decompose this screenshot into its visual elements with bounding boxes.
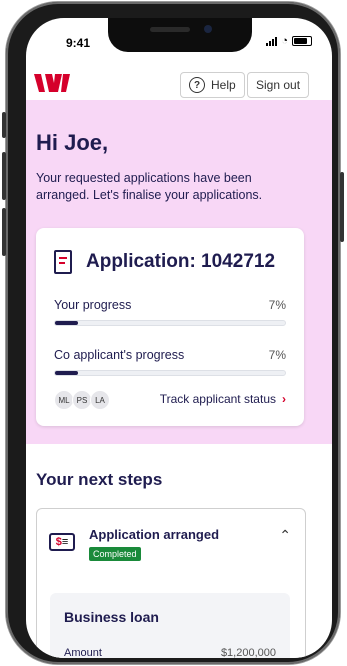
brand-logo xyxy=(34,74,70,92)
chevron-up-icon[interactable]: ⌃ xyxy=(279,527,291,544)
your-progress-bar xyxy=(54,320,286,326)
amount-label: Amount xyxy=(64,647,102,658)
intro-text: Your requested applications have been ar… xyxy=(36,171,263,202)
co-progress-label: Co applicant's progress xyxy=(54,348,185,362)
application-title: Application: 1042712 xyxy=(86,251,276,272)
camera xyxy=(204,25,212,33)
status-icons: ◔ xyxy=(266,35,312,47)
question-icon: ? xyxy=(189,77,205,93)
chevron-right-icon: › xyxy=(282,392,286,406)
help-label: Help xyxy=(211,78,236,92)
sign-out-button[interactable]: Sign out xyxy=(247,72,310,98)
your-progress-pct: 7% xyxy=(268,298,286,312)
avatar: ML xyxy=(54,390,74,410)
co-progress-bar xyxy=(54,370,286,376)
step-card[interactable]: $ ≡ Application arranged Completed ⌃ Busi… xyxy=(36,508,306,658)
track-status-link[interactable]: Track applicant status › xyxy=(160,392,286,406)
phone-screen: 9:41 ◔ ? Help Sign out Hi Joe, Your requ… xyxy=(26,18,332,658)
business-loan-box: Business loan Amount $1,200,000 xyxy=(50,593,290,658)
help-button[interactable]: ? Help xyxy=(180,72,245,98)
co-progress-fill xyxy=(55,371,78,375)
speaker xyxy=(150,27,190,32)
notch xyxy=(108,18,252,52)
track-status-label: Track applicant status xyxy=(159,392,276,406)
dollar-list-icon: $ ≡ xyxy=(49,533,75,551)
avatar: PS xyxy=(72,390,92,410)
power-button xyxy=(340,172,344,242)
amount-row: Amount $1,200,000 xyxy=(64,647,276,658)
co-progress-row: Co applicant's progress 7% xyxy=(54,348,286,362)
amount-value: $1,200,000 xyxy=(220,647,276,658)
status-time: 9:41 xyxy=(66,36,91,50)
loan-title: Business loan xyxy=(64,609,159,625)
your-progress-label: Your progress xyxy=(54,298,132,312)
signal-icon xyxy=(266,36,278,46)
document-icon xyxy=(54,250,72,274)
volume-down-button xyxy=(2,208,6,256)
sign-out-label: Sign out xyxy=(256,78,301,92)
hero-section: Hi Joe, Your requested applications have… xyxy=(26,100,332,444)
your-progress-fill xyxy=(55,321,78,325)
step-title: Application arranged xyxy=(89,527,220,542)
your-progress-row: Your progress 7% xyxy=(54,298,286,312)
volume-up-button xyxy=(2,152,6,200)
application-header: Application: 1042712 xyxy=(54,250,275,274)
greeting: Hi Joe, xyxy=(36,130,109,155)
next-steps-title: Your next steps xyxy=(36,470,163,489)
battery-icon xyxy=(292,36,312,46)
status-badge: Completed xyxy=(89,547,141,561)
applicant-avatars: ML PS LA xyxy=(54,390,110,410)
wifi-icon: ◔ xyxy=(281,35,288,47)
mute-switch xyxy=(2,112,6,138)
avatar: LA xyxy=(90,390,110,410)
co-progress-pct: 7% xyxy=(268,348,286,362)
application-card: Application: 1042712 Your progress 7% Co… xyxy=(36,228,304,426)
